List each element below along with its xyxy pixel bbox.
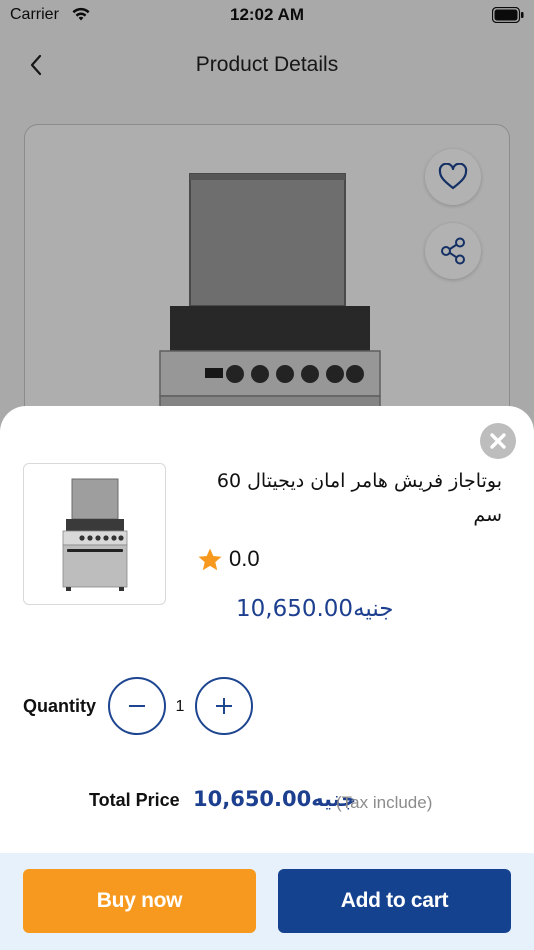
product-thumbnail	[23, 463, 166, 605]
close-icon	[490, 433, 506, 449]
quantity-increase-button[interactable]	[195, 677, 253, 735]
product-price: 10,650.00جنيه	[236, 596, 394, 622]
rating-value: 0.0	[229, 546, 260, 571]
minus-icon	[129, 705, 145, 707]
product-name: بوتاجاز فريش هامر امان ديجيتال 60 سم	[216, 470, 502, 526]
buy-now-button[interactable]: Buy now	[23, 869, 256, 933]
star-icon	[198, 548, 222, 570]
add-to-cart-button[interactable]: Add to cart	[278, 869, 511, 933]
add-to-cart-sheet: بوتاجاز فريش هامر امان ديجيتال 60 سم 0.0…	[0, 406, 534, 950]
quantity-decrease-button[interactable]	[108, 677, 166, 735]
tax-note: (Tax include)	[336, 793, 433, 812]
product-rating: 0.0	[197, 546, 260, 572]
total-price-label: Total Price	[89, 790, 180, 810]
product-thumbnail-image	[62, 478, 127, 591]
quantity-label: Quantity	[23, 696, 97, 716]
plus-icon	[216, 698, 232, 714]
action-footer: Buy now Add to cart	[0, 853, 534, 950]
close-button[interactable]	[480, 423, 516, 459]
quantity-value: 1	[175, 698, 185, 715]
total-price-value: 10,650.00جنيه	[193, 787, 357, 811]
